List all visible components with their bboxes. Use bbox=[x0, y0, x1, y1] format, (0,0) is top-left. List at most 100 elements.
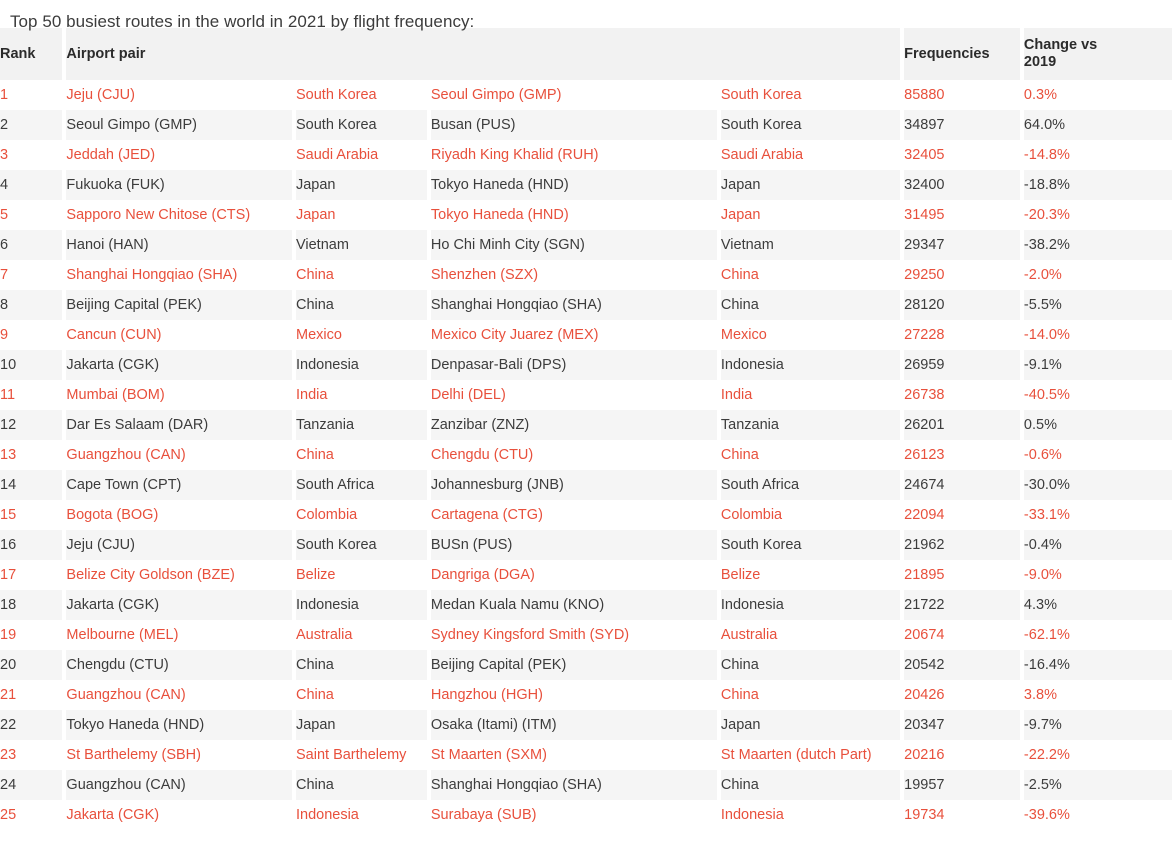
cell-airport-destination: Shanghai Hongqiao (SHA) bbox=[430, 290, 717, 320]
cell-country-origin: China bbox=[295, 650, 427, 680]
cell-change-vs-2019: -40.5% bbox=[1023, 380, 1172, 410]
table-row[interactable]: 9 Cancun (CUN) Mexico Mexico City Juarez (M… bbox=[0, 320, 1172, 350]
table-row[interactable]: 7 Shanghai Hongqiao (SHA) China Shenzhen (S… bbox=[0, 260, 1172, 290]
cell-country-destination: China bbox=[720, 260, 901, 290]
page-title: Top 50 busiest routes in the world in 20… bbox=[10, 12, 475, 31]
cell-airport-origin: Melbourne (MEL) bbox=[66, 620, 292, 650]
table-row[interactable]: 12 Dar Es Salaam (DAR) Tanzania Zanzibar (Z… bbox=[0, 410, 1172, 440]
table-row[interactable]: 23 St Barthelemy (SBH) Saint Barthelemy St … bbox=[0, 740, 1172, 770]
cell-change-vs-2019: -20.3% bbox=[1023, 200, 1172, 230]
cell-country-destination: Tanzania bbox=[720, 410, 901, 440]
cell-country-destination: Indonesia bbox=[720, 800, 901, 830]
cell-frequencies: 29347 bbox=[904, 230, 1020, 260]
cell-airport-origin: Guangzhou (CAN) bbox=[66, 770, 292, 800]
cell-airport-origin: Guangzhou (CAN) bbox=[66, 680, 292, 710]
cell-frequencies: 26959 bbox=[904, 350, 1020, 380]
cell-airport-origin: Jakarta (CGK) bbox=[66, 800, 292, 830]
cell-airport-origin: Jeddah (JED) bbox=[66, 140, 292, 170]
cell-airport-origin: Tokyo Haneda (HND) bbox=[66, 710, 292, 740]
cell-frequencies: 32400 bbox=[904, 170, 1020, 200]
cell-airport-origin: Bogota (BOG) bbox=[66, 500, 292, 530]
cell-frequencies: 21895 bbox=[904, 560, 1020, 590]
cell-change-vs-2019: 64.0% bbox=[1023, 110, 1172, 140]
table-row[interactable]: 25 Jakarta (CGK) Indonesia Surabaya (SUB) In… bbox=[0, 800, 1172, 830]
cell-airport-destination: Mexico City Juarez (MEX) bbox=[430, 320, 717, 350]
cell-rank: 20 bbox=[0, 650, 63, 680]
cell-country-destination: Indonesia bbox=[720, 590, 901, 620]
cell-country-origin: Tanzania bbox=[295, 410, 427, 440]
cell-country-destination: Belize bbox=[720, 560, 901, 590]
cell-country-destination: St Maarten (dutch Part) bbox=[720, 740, 901, 770]
cell-airport-destination: Zanzibar (ZNZ) bbox=[430, 410, 717, 440]
cell-country-origin: South Africa bbox=[295, 470, 427, 500]
cell-rank: 15 bbox=[0, 500, 63, 530]
table-row[interactable]: 13 Guangzhou (CAN) China Chengdu (CTU) China… bbox=[0, 440, 1172, 470]
cell-airport-destination: Medan Kuala Namu (KNO) bbox=[430, 590, 717, 620]
cell-airport-destination: St Maarten (SXM) bbox=[430, 740, 717, 770]
cell-frequencies: 21722 bbox=[904, 590, 1020, 620]
table-row[interactable]: 18 Jakarta (CGK) Indonesia Medan Kuala Namu… bbox=[0, 590, 1172, 620]
cell-frequencies: 24674 bbox=[904, 470, 1020, 500]
table-row[interactable]: 10 Jakarta (CGK) Indonesia Denpasar-Bali (D… bbox=[0, 350, 1172, 380]
table-row[interactable]: 14 Cape Town (CPT) South Africa Johannesbur… bbox=[0, 470, 1172, 500]
table-row[interactable]: 22 Tokyo Haneda (HND) Japan Osaka (Itami) (… bbox=[0, 710, 1172, 740]
cell-airport-origin: Seoul Gimpo (GMP) bbox=[66, 110, 292, 140]
cell-airport-destination: Hangzhou (HGH) bbox=[430, 680, 717, 710]
cell-frequencies: 19957 bbox=[904, 770, 1020, 800]
cell-rank: 5 bbox=[0, 200, 63, 230]
column-header-change-line1: Change vs bbox=[1023, 37, 1098, 53]
table-header-row: Rank Airport pair Frequencies Change vs … bbox=[0, 28, 1172, 80]
cell-airport-origin: Chengdu (CTU) bbox=[66, 650, 292, 680]
cell-change-vs-2019: -0.6% bbox=[1023, 440, 1172, 470]
cell-frequencies: 32405 bbox=[904, 140, 1020, 170]
cell-airport-origin: Fukuoka (FUK) bbox=[66, 170, 292, 200]
cell-change-vs-2019: -14.0% bbox=[1023, 320, 1172, 350]
cell-country-destination: Saudi Arabia bbox=[720, 140, 901, 170]
cell-rank: 19 bbox=[0, 620, 63, 650]
cell-airport-destination: Cartagena (CTG) bbox=[430, 500, 717, 530]
cell-frequencies: 29250 bbox=[904, 260, 1020, 290]
cell-country-origin: South Korea bbox=[295, 110, 427, 140]
table-row[interactable]: 6 Hanoi (HAN) Vietnam Ho Chi Minh City (SGN… bbox=[0, 230, 1172, 260]
column-header-rank[interactable]: Rank bbox=[0, 28, 63, 80]
cell-airport-origin: St Barthelemy (SBH) bbox=[66, 740, 292, 770]
table-header: Rank Airport pair Frequencies Change vs … bbox=[0, 28, 1172, 80]
cell-airport-origin: Beijing Capital (PEK) bbox=[66, 290, 292, 320]
column-header-frequencies[interactable]: Frequencies bbox=[904, 28, 1020, 80]
column-header-change-vs-2019[interactable]: Change vs 2019 bbox=[1023, 28, 1172, 80]
table-row[interactable]: 17 Belize City Goldson (BZE) Belize Dangrig… bbox=[0, 560, 1172, 590]
column-header-airport-pair[interactable]: Airport pair bbox=[66, 28, 901, 80]
table-row[interactable]: 20 Chengdu (CTU) China Beijing Capital (PEK… bbox=[0, 650, 1172, 680]
table-row[interactable]: 8 Beijing Capital (PEK) China Shanghai Hong… bbox=[0, 290, 1172, 320]
cell-frequencies: 26738 bbox=[904, 380, 1020, 410]
cell-airport-destination: Sydney Kingsford Smith (SYD) bbox=[430, 620, 717, 650]
cell-country-origin: China bbox=[295, 440, 427, 470]
cell-country-origin: Japan bbox=[295, 200, 427, 230]
cell-frequencies: 21962 bbox=[904, 530, 1020, 560]
cell-country-origin: Vietnam bbox=[295, 230, 427, 260]
cell-country-origin: China bbox=[295, 290, 427, 320]
table-row[interactable]: 4 Fukuoka (FUK) Japan Tokyo Haneda (HND) Jap… bbox=[0, 170, 1172, 200]
table-row[interactable]: 15 Bogota (BOG) Colombia Cartagena (CTG) Col… bbox=[0, 500, 1172, 530]
cell-rank: 8 bbox=[0, 290, 63, 320]
page-root: Top 50 busiest routes in the world in 20… bbox=[0, 0, 1172, 856]
cell-country-destination: South Africa bbox=[720, 470, 901, 500]
cell-frequencies: 27228 bbox=[904, 320, 1020, 350]
table-row[interactable]: 3 Jeddah (JED) Saudi Arabia Riyadh King Kha… bbox=[0, 140, 1172, 170]
cell-frequencies: 26123 bbox=[904, 440, 1020, 470]
cell-change-vs-2019: -18.8% bbox=[1023, 170, 1172, 200]
table-row[interactable]: 5 Sapporo New Chitose (CTS) Japan Tokyo Han… bbox=[0, 200, 1172, 230]
cell-change-vs-2019: -9.0% bbox=[1023, 560, 1172, 590]
table-row[interactable]: 21 Guangzhou (CAN) China Hangzhou (HGH) Chin… bbox=[0, 680, 1172, 710]
cell-airport-destination: Beijing Capital (PEK) bbox=[430, 650, 717, 680]
table-row[interactable]: 2 Seoul Gimpo (GMP) South Korea Busan (PUS)… bbox=[0, 110, 1172, 140]
table-row[interactable]: 11 Mumbai (BOM) India Delhi (DEL) India 26738… bbox=[0, 380, 1172, 410]
table-row[interactable]: 1 Jeju (CJU) South Korea Seoul Gimpo (GMP) S… bbox=[0, 80, 1172, 110]
table-row[interactable]: 24 Guangzhou (CAN) China Shanghai Hongqiao … bbox=[0, 770, 1172, 800]
cell-change-vs-2019: 0.3% bbox=[1023, 80, 1172, 110]
table-row[interactable]: 19 Melbourne (MEL) Australia Sydney Kingsfo… bbox=[0, 620, 1172, 650]
cell-country-destination: India bbox=[720, 380, 901, 410]
table-row[interactable]: 16 Jeju (CJU) South Korea BUSn (PUS) South K… bbox=[0, 530, 1172, 560]
cell-airport-destination: Ho Chi Minh City (SGN) bbox=[430, 230, 717, 260]
cell-country-destination: Indonesia bbox=[720, 350, 901, 380]
